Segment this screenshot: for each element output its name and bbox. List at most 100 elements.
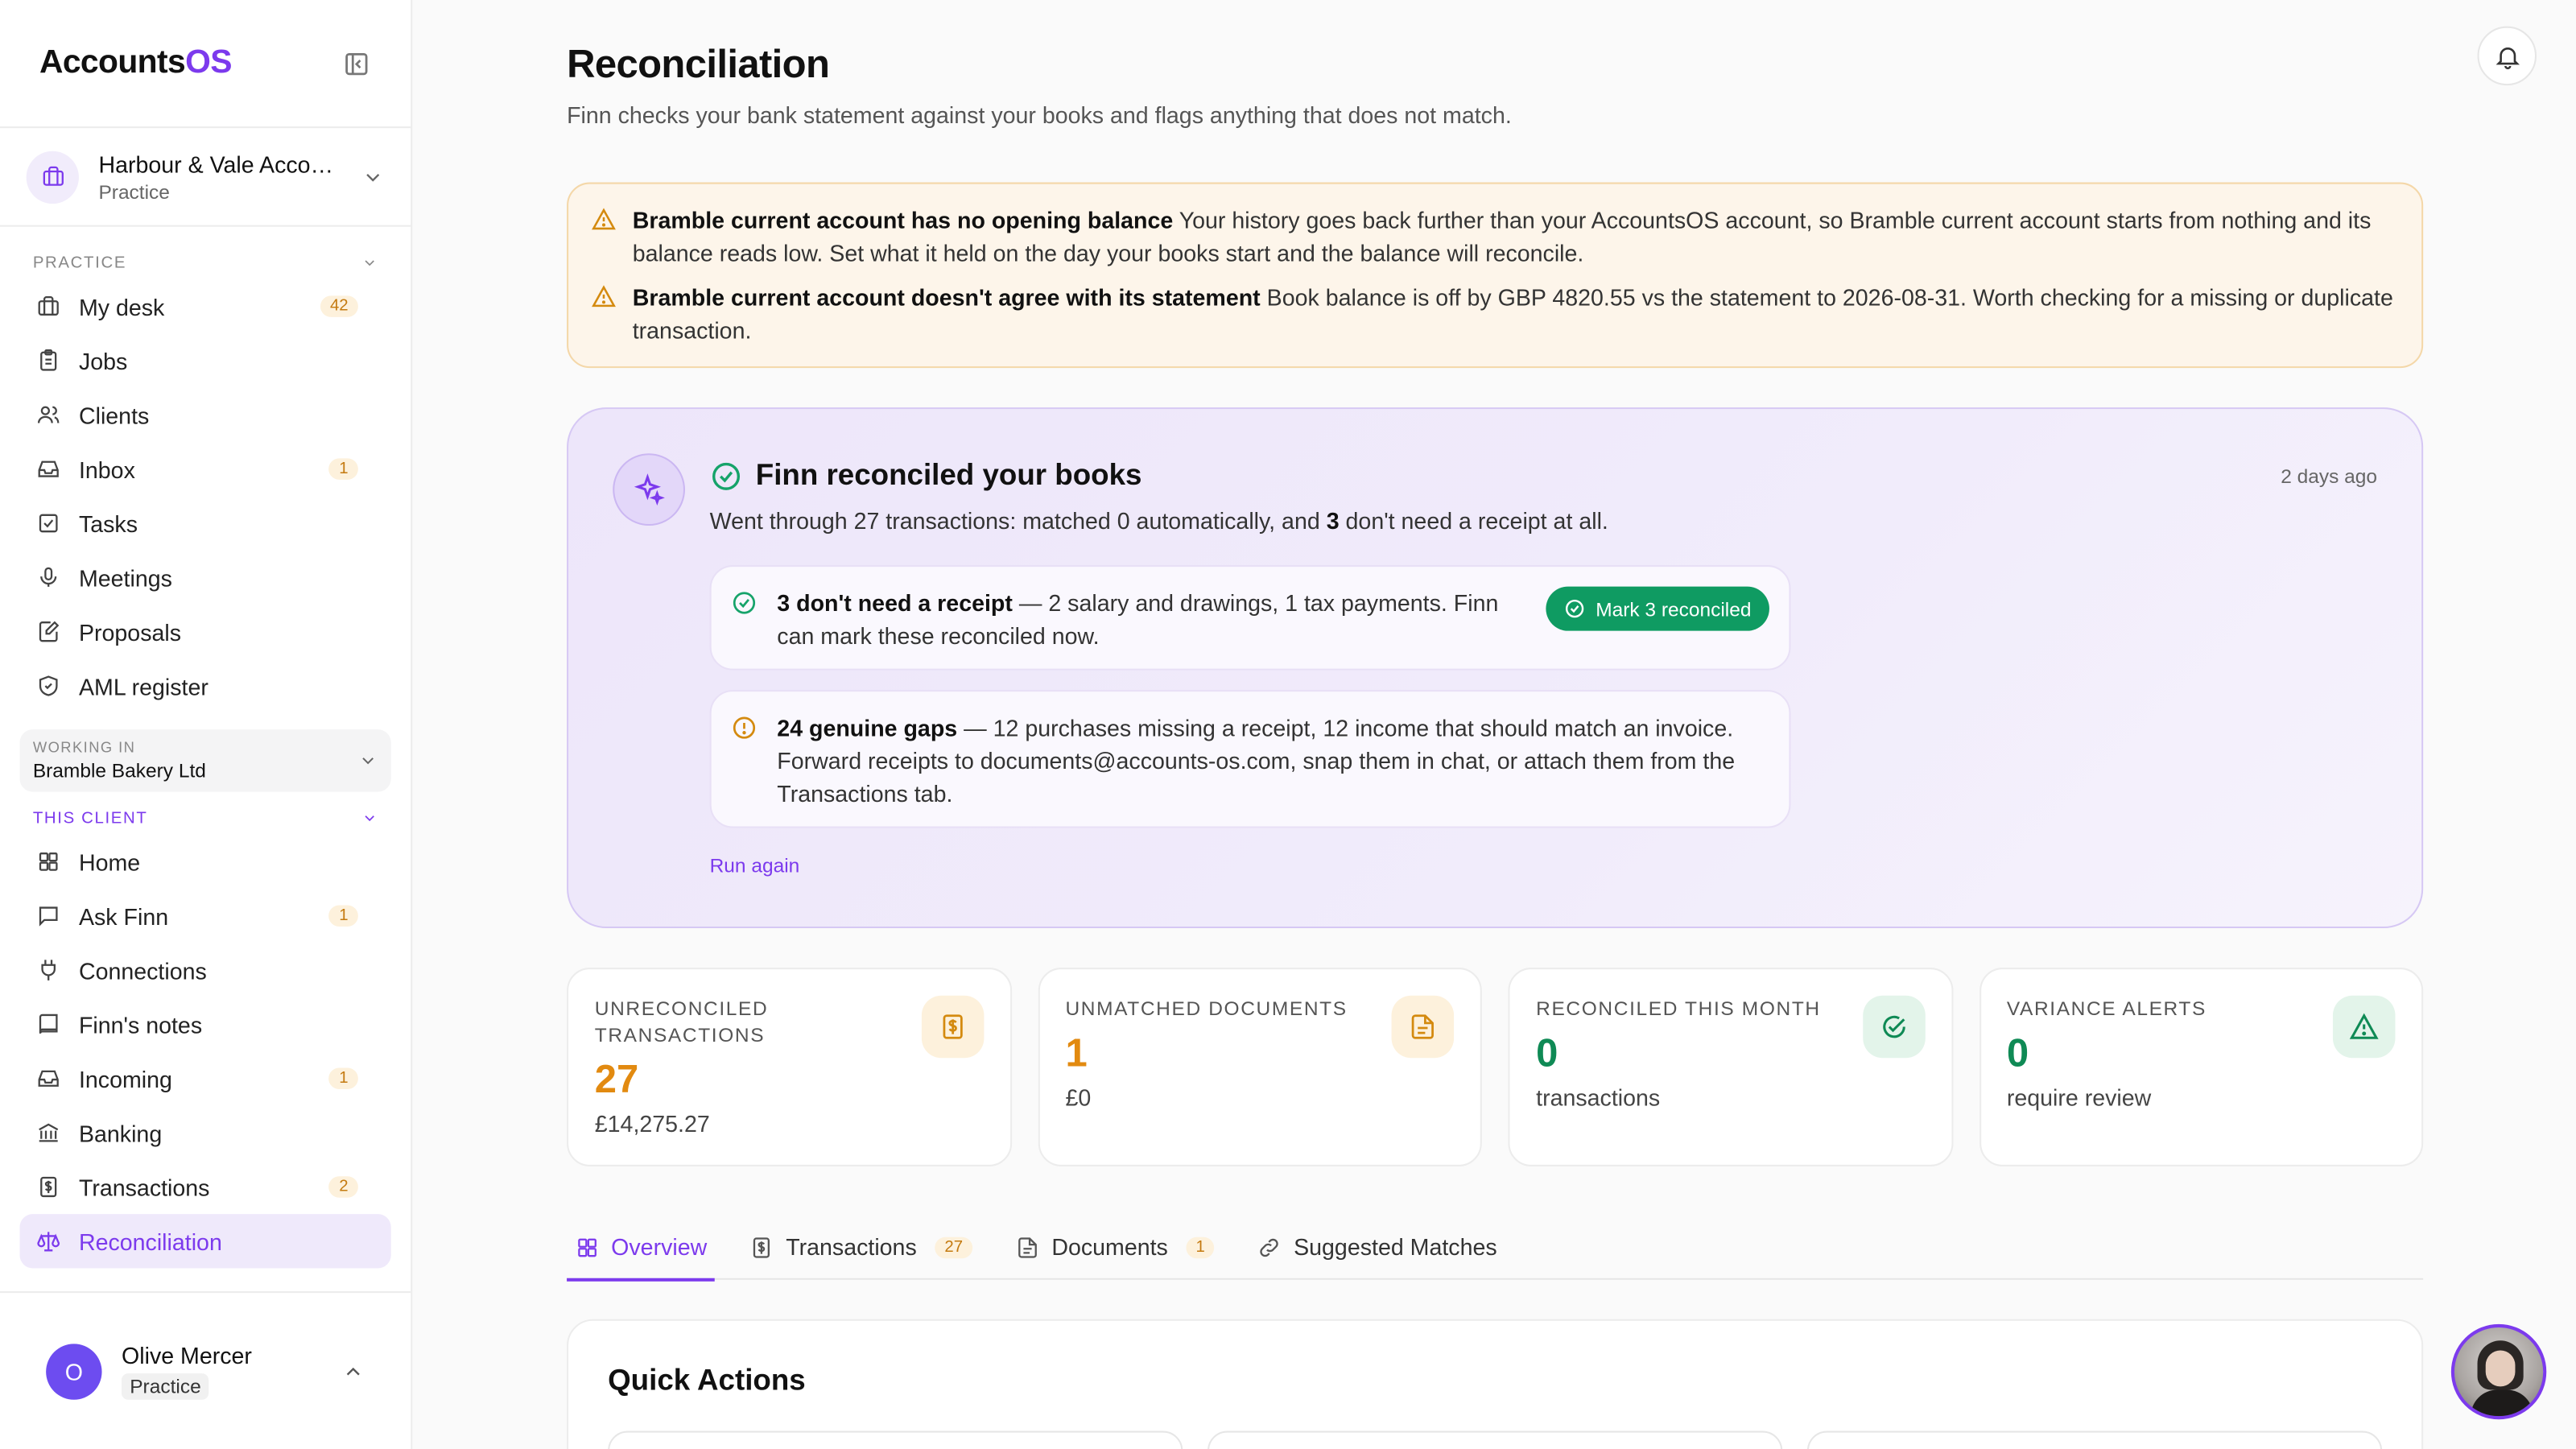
user-menu[interactable]: O Olive Mercer Practice	[0, 1291, 411, 1449]
sidebar-item-tasks[interactable]: Tasks	[0, 496, 411, 550]
mark-reconciled-button[interactable]: Mark 3 reconciled	[1546, 586, 1769, 631]
stat-label: UNRECONCILED TRANSACTIONS	[594, 997, 769, 1046]
sidebar-item-label: Reconciliation	[78, 1228, 222, 1255]
sidebar-item-clients[interactable]: Clients	[0, 388, 411, 442]
org-name: Harbour & Vale Accou...	[98, 150, 342, 177]
stat-icon-wrap	[1391, 995, 1455, 1059]
sidebar-item-my-desk[interactable]: My desk 42	[0, 279, 411, 333]
finn-chat-avatar[interactable]	[2450, 1323, 2547, 1420]
chevron-down-icon	[365, 815, 374, 822]
alert-triangle-icon	[592, 208, 616, 230]
genuine-gaps-card: 24 genuine gaps — 12 purchases missing a…	[709, 690, 1791, 828]
alert-circle-icon	[733, 716, 756, 739]
client-section-label[interactable]: THIS CLIENT	[0, 802, 411, 835]
app-frame: AccountsOS Harbour & Vale Accou... Pract…	[0, 0, 2576, 1449]
stats-row: UNRECONCILED TRANSACTIONS 27 £14,275.27 …	[567, 968, 2424, 1166]
inbox-icon	[38, 1070, 59, 1087]
tab-suggested-matches[interactable]: Suggested Matches	[1249, 1214, 1505, 1280]
sidebar-item-reconciliation[interactable]: Reconciliation	[19, 1214, 391, 1269]
sidebar-item-jobs[interactable]: Jobs	[0, 333, 411, 387]
finn-avatar-badge	[613, 453, 686, 526]
org-avatar	[26, 150, 79, 204]
stat-label: UNMATCHED DOCUMENTS	[1065, 997, 1348, 1021]
sidebar-item-transactions[interactable]: Transactions 2	[0, 1160, 411, 1214]
chevron-down-icon	[365, 260, 374, 266]
sidebar-item-label: Incoming	[78, 1065, 172, 1092]
stat-subtext: transactions	[1536, 1084, 1661, 1111]
sidebar-item-incoming[interactable]: Incoming 1	[0, 1051, 411, 1105]
users-icon	[37, 406, 60, 423]
quick-action-tile[interactable]	[1207, 1430, 1783, 1449]
check-circle-icon	[1882, 1015, 1905, 1038]
practice-section-label[interactable]: PRACTICE	[0, 246, 411, 279]
chevron-down-icon	[366, 172, 380, 181]
working-in-client: Bramble Bakery Ltd	[32, 758, 206, 782]
sidebar: AccountsOS Harbour & Vale Accou... Pract…	[0, 0, 413, 1449]
finn-card-header: Finn reconciled your books	[710, 458, 1142, 493]
stat-icon-wrap	[2332, 995, 2396, 1059]
stat-icon-wrap	[1862, 995, 1925, 1059]
warning-opening-balance: Bramble current account has no opening b…	[592, 204, 2396, 270]
stat-variance-alerts[interactable]: VARIANCE ALERTS 0 require review	[1979, 968, 2424, 1166]
run-again-link[interactable]: Run again	[710, 854, 800, 877]
briefcase-icon	[38, 295, 59, 316]
dollar-doc-icon	[40, 1176, 57, 1198]
working-in-label: WORKING IN	[32, 739, 136, 756]
clipboard-icon	[40, 349, 57, 371]
sidebar-item-ask-finn[interactable]: Ask Finn 1	[0, 889, 411, 943]
tab-transactions[interactable]: Transactions 27	[741, 1214, 980, 1280]
dollar-doc-icon	[942, 1014, 962, 1039]
tab-overview[interactable]: Overview	[567, 1214, 716, 1282]
sidebar-item-home[interactable]: Home	[0, 835, 411, 889]
sidebar-item-label: Transactions	[78, 1174, 210, 1200]
sidebar-item-connections[interactable]: Connections	[0, 943, 411, 997]
warning-banner: Bramble current account has no opening b…	[567, 182, 2424, 369]
inbox-icon	[38, 460, 59, 477]
chat-icon	[39, 906, 58, 927]
bank-icon	[39, 1123, 59, 1142]
sidebar-item-inbox[interactable]: Inbox 1	[0, 442, 411, 496]
sidebar-item-banking[interactable]: Banking	[0, 1105, 411, 1159]
page-title: Reconciliation	[567, 43, 830, 88]
user-name: Olive Mercer	[122, 1341, 252, 1368]
sidebar-item-proposals[interactable]: Proposals	[0, 605, 411, 658]
stat-unmatched-documents[interactable]: UNMATCHED DOCUMENTS 1 £0	[1037, 968, 1482, 1166]
sidebar-item-label: Connections	[78, 956, 207, 984]
page-subtitle: Finn checks your bank statement against …	[567, 101, 1512, 129]
stat-label: RECONCILED THIS MONTH	[1536, 997, 1821, 1021]
reconciliation-tabs: Overview Transactions 27 Documents 1 Sug…	[567, 1214, 2424, 1282]
book-icon	[39, 1013, 58, 1034]
sidebar-collapse-icon[interactable]	[341, 48, 371, 78]
quick-action-tile[interactable]	[608, 1430, 1183, 1449]
tab-count-badge: 27	[935, 1236, 973, 1258]
sidebar-item-meetings[interactable]: Meetings	[0, 551, 411, 605]
brand-logo[interactable]: AccountsOS	[39, 44, 232, 82]
count-badge: 2	[329, 1176, 358, 1198]
briefcase-icon	[42, 166, 63, 186]
sidebar-item-label: Proposals	[78, 618, 182, 646]
stat-subtext: £0	[1065, 1084, 1092, 1111]
notifications-button[interactable]	[2477, 26, 2537, 86]
sidebar-item-label: My desk	[78, 293, 165, 320]
quick-action-tile[interactable]	[1806, 1430, 2383, 1449]
quick-actions-title: Quick Actions	[608, 1363, 806, 1397]
sidebar-item-label: Jobs	[78, 347, 128, 374]
sidebar-item-aml-register[interactable]: AML register	[0, 658, 411, 712]
sidebar-item-label: Inbox	[78, 456, 135, 482]
org-switcher[interactable]: Harbour & Vale Accou... Practice	[0, 128, 411, 227]
sidebar-item-finns-notes[interactable]: Finn's notes	[0, 997, 411, 1051]
finn-card-title: Finn reconciled your books	[755, 458, 1142, 492]
stat-reconciled-this-month[interactable]: RECONCILED THIS MONTH 0 transactions	[1508, 968, 1953, 1166]
sidebar-item-label: Finn's notes	[78, 1011, 203, 1038]
stat-icon-wrap	[920, 995, 984, 1059]
working-in-selector[interactable]: WORKING IN Bramble Bakery Ltd	[19, 729, 391, 792]
sidebar-item-label: Clients	[78, 401, 150, 428]
tab-documents[interactable]: Documents 1	[1007, 1214, 1223, 1280]
sidebar-item-label: Banking	[78, 1119, 163, 1146]
check-circle-icon	[712, 461, 741, 489]
org-type: Practice	[98, 180, 170, 204]
check-circle-icon	[1566, 599, 1584, 618]
finn-card-description: Went through 27 transactions: matched 0 …	[709, 507, 1608, 535]
stat-unreconciled-transactions[interactable]: UNRECONCILED TRANSACTIONS 27 £14,275.27	[567, 968, 1012, 1166]
no-receipt-needed-card: 3 don't need a receipt — 2 salary and dr…	[709, 565, 1791, 671]
